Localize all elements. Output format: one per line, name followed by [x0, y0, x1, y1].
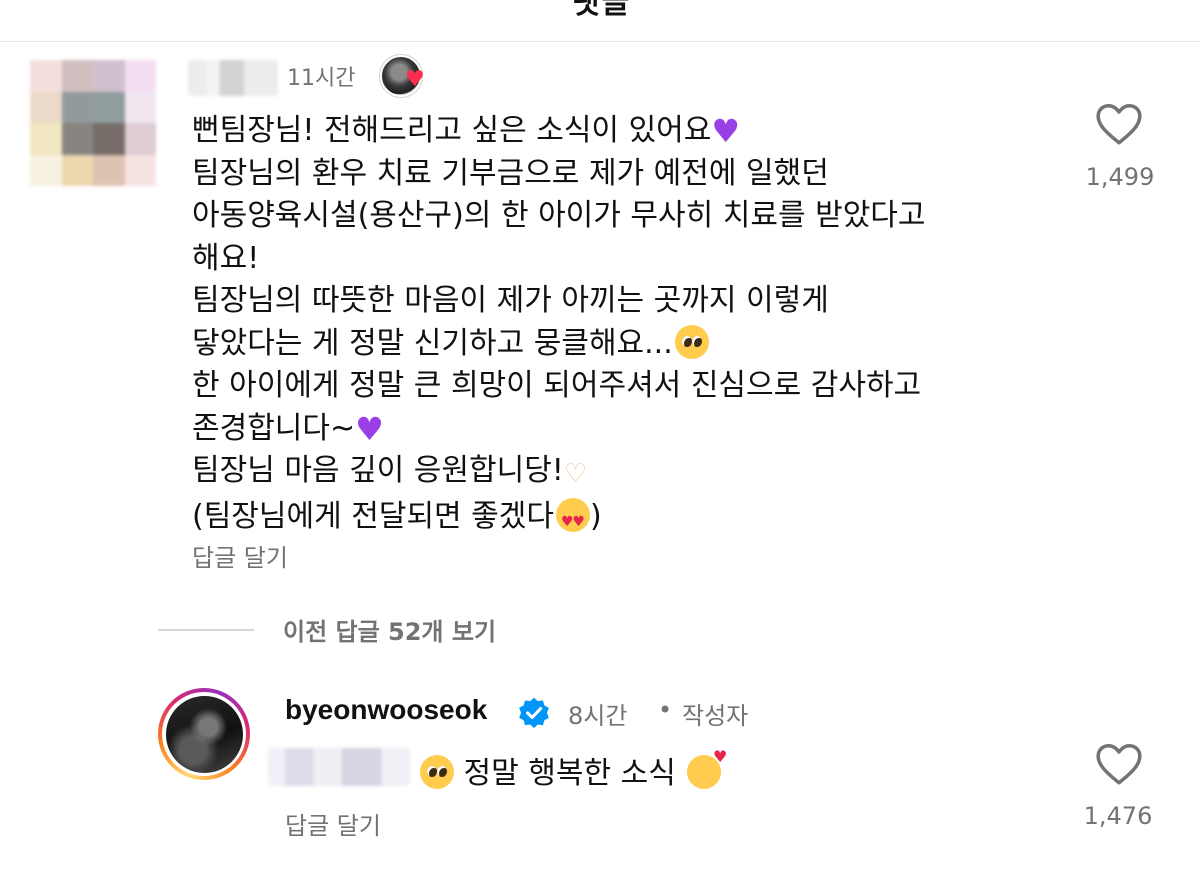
heart-hands-emoji: ♡ [563, 459, 588, 489]
smiling-face-with-hearts-emoji [687, 747, 727, 789]
purple-heart-emoji: ♥ [711, 112, 741, 150]
comment-line: 해요! [192, 240, 260, 276]
commenter-username-blurred[interactable] [188, 60, 278, 96]
author-label: 작성자 [682, 702, 749, 730]
comment-line: 아동양육시설(용산구)의 한 아이가 무사히 치료를 받았다고 [192, 198, 926, 233]
heart-eyes-emoji [555, 497, 590, 543]
heart-outline-icon[interactable] [1094, 740, 1144, 790]
reply-avatar[interactable] [158, 688, 250, 780]
red-heart-icon: ♥ [405, 67, 425, 92]
mention-blurred[interactable] [268, 748, 410, 786]
view-previous-replies-button[interactable]: 이전 답글 52개 보기 [283, 612, 496, 647]
reply-username[interactable]: byeonwooseok [285, 694, 487, 726]
comment-line: 팀장님의 따뜻한 마음이 제가 아끼는 곳까지 이렇게 [192, 283, 829, 318]
comment-line: 팀장님 마음 깊이 응원합니당!♡ [192, 450, 1072, 496]
pleading-face-emoji [420, 755, 454, 789]
comment-line: 한 아이에게 정말 큰 희망이 되어주셔서 진심으로 감사하고 [192, 368, 922, 403]
reply-button[interactable]: 답글 달기 [285, 806, 381, 841]
avatar-photo [165, 695, 243, 773]
reply-button[interactable]: 답글 달기 [192, 538, 288, 573]
comment-line: (팀장님에게 전달되면 좋겠다) [192, 496, 1072, 543]
like-count: 1,476 [1083, 802, 1153, 830]
avatar-ring-inner [162, 692, 246, 776]
page-title: 댓글 [572, 0, 632, 21]
liked-by-creator-badge: ♥ [380, 55, 430, 97]
purple-heart-emoji: ♥ [355, 409, 384, 448]
comment-line: 뻔팀장님! 전해드리고 싶은 소식이 있어요♥ [192, 110, 1072, 153]
separator-dot: • [658, 696, 673, 724]
header: 댓글 [0, 0, 1200, 40]
header-divider [0, 41, 1200, 42]
comment-line: 팀장님의 환우 치료 기부금으로 제가 예전에 일했던 [192, 155, 829, 191]
heart-outline-icon[interactable] [1094, 100, 1144, 150]
comment-line: 존경합니다~♥ [192, 408, 1072, 451]
reply-timestamp: 8시간 [568, 702, 628, 730]
comment-text: 뻔팀장님! 전해드리고 싶은 소식이 있어요♥ 팀장님의 환우 치료 기부금으로… [192, 110, 1072, 543]
comment-timestamp: 11시간 [287, 66, 356, 91]
like-count: 1,499 [1085, 163, 1155, 191]
reply-text: 정말 행복한 소식 [418, 747, 727, 792]
replies-divider-line [158, 629, 254, 631]
pleading-face-emoji [674, 324, 709, 359]
commenter-avatar-blurred[interactable] [30, 60, 156, 186]
verified-badge-icon [519, 697, 549, 728]
comment-line: 닿았다는 게 정말 신기하고 뭉클해요... [192, 323, 1072, 366]
